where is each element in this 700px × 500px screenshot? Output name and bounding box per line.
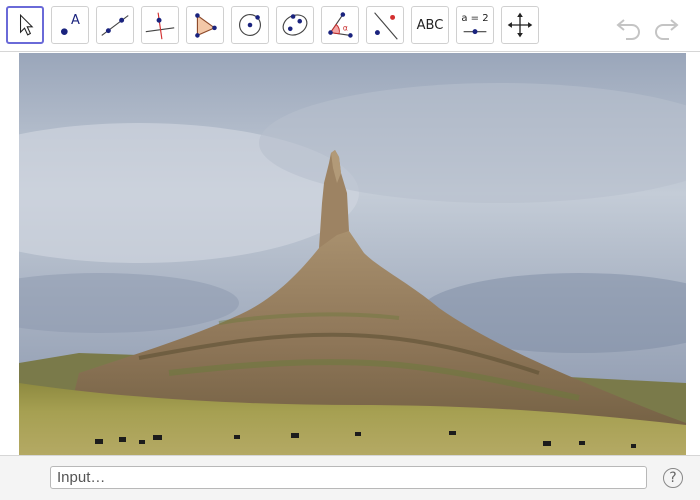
reflect-about-line-icon: [374, 12, 398, 40]
ellipse-tool-button[interactable]: [276, 6, 314, 44]
slider-tool-button[interactable]: a = 2: [456, 6, 494, 44]
polygon-icon: [195, 13, 217, 38]
svg-text:α: α: [343, 24, 348, 33]
ellipse-icon: [282, 14, 308, 36]
point-icon: [61, 28, 68, 35]
text-icon: ABC: [416, 17, 444, 33]
help-icon: ?: [669, 470, 677, 486]
toolbar: A α ABC a = 2: [0, 0, 700, 52]
help-button[interactable]: ?: [663, 468, 683, 488]
perpendicular-tool-button[interactable]: [141, 6, 179, 44]
undo-icon: [616, 19, 640, 40]
angle-tool-button[interactable]: α: [321, 6, 359, 44]
redo-icon: [655, 19, 679, 40]
reflect-tool-button[interactable]: [366, 6, 404, 44]
perpendicular-line-icon: [145, 12, 175, 40]
point-tool-button[interactable]: A: [51, 6, 89, 44]
line-tool-button[interactable]: [96, 6, 134, 44]
angle-icon: α: [328, 12, 353, 38]
text-tool-button[interactable]: ABC: [411, 6, 449, 44]
undo-button[interactable]: [614, 12, 644, 40]
point-label-glyph: A: [71, 13, 80, 28]
polygon-tool-button[interactable]: [186, 6, 224, 44]
slider-icon: [463, 29, 487, 35]
circle-tool-button[interactable]: [231, 6, 269, 44]
circle-center-point-icon: [239, 14, 261, 36]
move-graphics-view-icon: [507, 12, 533, 38]
background-photo: [19, 53, 686, 455]
graphics-view[interactable]: [0, 53, 700, 455]
pointer-arrow-icon: [19, 13, 34, 36]
move-graphics-view-tool-button[interactable]: [501, 6, 539, 44]
algebra-input-field[interactable]: [50, 466, 647, 489]
input-bar: ?: [0, 455, 700, 500]
move-tool-button[interactable]: [6, 6, 44, 44]
redo-button[interactable]: [651, 12, 681, 40]
line-through-two-points-icon: [101, 15, 129, 36]
